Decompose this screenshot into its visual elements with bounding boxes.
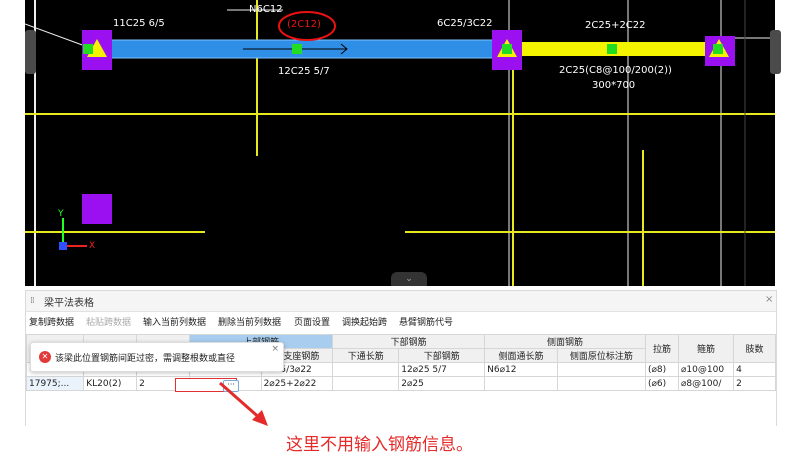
cell-side-through[interactable] <box>484 376 558 391</box>
cell-name[interactable]: KL20(2) <box>83 376 138 391</box>
cell-tie[interactable]: (⌀6) <box>644 376 680 391</box>
cad-canvas[interactable]: N6C12 (2C12) 11C25 6/5 6C25/3C22 2C25+2C… <box>25 0 775 286</box>
cad-label: 12C25 5/7 <box>278 66 330 77</box>
ucs-origin-icon <box>59 242 67 250</box>
cell-stirrup[interactable]: ⌀10@100 <box>677 362 735 377</box>
page-setup-button[interactable]: 页面设置 <box>294 315 330 328</box>
cad-label: 11C25 6/5 <box>113 18 165 29</box>
copy-span-button[interactable]: 复制跨数据 <box>29 315 74 328</box>
header-bottom-through: 下通长筋 <box>332 348 400 363</box>
error-icon: ✕ <box>39 351 51 363</box>
x-axis-label: X <box>89 241 96 251</box>
error-tooltip: ✕ 该梁此位置钢筋间距过密，需调整根数或直径 × <box>30 342 284 372</box>
header-stirrup: 箍筋 <box>677 334 735 363</box>
paste-span-button[interactable]: 粘贴跨数据 <box>86 315 131 328</box>
cantilever-code-button[interactable]: 悬臂钢筋代号 <box>399 315 453 328</box>
close-icon[interactable]: × <box>765 294 773 305</box>
panel-title: 梁平法表格 <box>44 298 94 309</box>
cell-tie[interactable]: (⌀8) <box>644 362 680 377</box>
input-column-button[interactable]: 输入当前列数据 <box>143 315 206 328</box>
right-side-tab[interactable] <box>770 30 781 74</box>
cad-label: 2C25(C8@100/200(2)) <box>559 65 672 76</box>
header-side-group: 侧面钢筋 <box>484 334 646 349</box>
annotation-text: 这里不用输入钢筋信息。 <box>286 435 473 455</box>
column <box>82 194 112 224</box>
cad-label: N6C12 <box>249 4 283 15</box>
cell-bottom-bar[interactable]: 2⌀25 <box>398 376 486 391</box>
error-message: 该梁此位置钢筋间距过密，需调整根数或直径 <box>55 354 236 364</box>
header-bottom-bar: 下部钢筋 <box>398 348 486 363</box>
header-legs: 肢数 <box>733 334 776 363</box>
cell-side-through[interactable]: N6⌀12 <box>484 362 558 377</box>
header-side-through: 侧面通长筋 <box>484 348 558 363</box>
cell-bottom-bar[interactable]: 12⌀25 5/7 <box>398 362 486 377</box>
header-bottom-group: 下部钢筋 <box>332 334 486 349</box>
y-axis-label: Y <box>58 209 64 219</box>
grip-point <box>607 44 617 54</box>
cell-bottom-through[interactable] <box>332 362 400 377</box>
panel-title-bar[interactable]: ⁞⁞ 梁平法表格 × <box>26 291 776 312</box>
swap-start-span-button[interactable]: 调换起始跨 <box>342 315 387 328</box>
collapse-panel-button[interactable]: ⌄ <box>391 272 427 286</box>
cad-drawing <box>25 0 775 286</box>
left-side-tab[interactable] <box>25 30 36 74</box>
delete-column-button[interactable]: 删除当前列数据 <box>218 315 281 328</box>
grip-point <box>713 44 723 54</box>
cell-side-origin[interactable] <box>556 376 646 391</box>
cad-label: 300*700 <box>592 80 636 91</box>
cell-side-origin[interactable] <box>556 362 646 377</box>
tooltip-close-icon[interactable]: × <box>271 344 279 354</box>
cell-bottom-through[interactable] <box>332 376 400 391</box>
grip-point <box>502 44 512 54</box>
cad-label: 6C25/3C22 <box>437 18 493 29</box>
table-row[interactable]: 17975;... KL20(2) 2 2⌀25+2⌀22 2⌀25 (⌀6) … <box>25 376 776 391</box>
cell-stirrup[interactable]: ⌀8@100/ <box>677 376 735 391</box>
header-side-origin: 侧面原位标注筋 <box>556 348 646 363</box>
edit-ellipsis-button[interactable]: ··· <box>223 380 239 392</box>
drag-grip-icon[interactable]: ⁞⁞ <box>30 296 35 306</box>
cell-right-support[interactable]: 2⌀25+2⌀22 <box>260 376 334 391</box>
cell-legs[interactable]: 4 <box>733 362 776 377</box>
grip-point <box>292 44 302 54</box>
cell-position[interactable]: 17975;... <box>25 376 85 391</box>
cad-label: 2C25+2C22 <box>585 20 646 31</box>
cad-label-red: (2C12) <box>287 19 321 30</box>
header-tie: 拉筋 <box>644 334 680 363</box>
grip-point <box>83 44 93 54</box>
cell-legs[interactable]: 2 <box>733 376 776 391</box>
